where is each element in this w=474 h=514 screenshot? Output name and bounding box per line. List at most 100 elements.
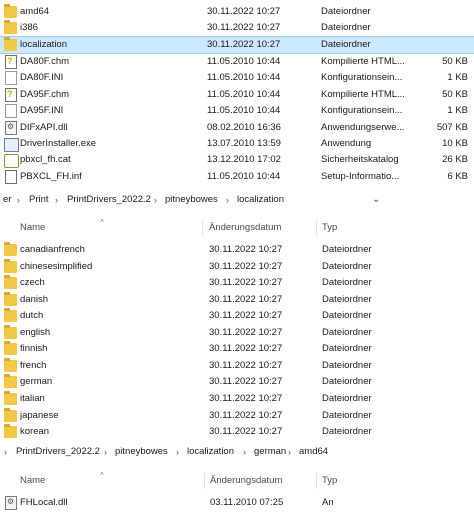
column-divider[interactable]: [204, 473, 205, 489]
folder-row[interactable]: chinesesimplified 30.11.2022 10:27 Dateior…: [0, 259, 474, 275]
breadcrumb-item[interactable]: pitneybowes: [165, 189, 218, 211]
file-name: amd64: [20, 6, 50, 17]
folder-row[interactable]: canadianfrench 30.11.2022 10:27 Dateiordne…: [0, 242, 474, 258]
file-name: PBXCL_FH.inf: [20, 171, 82, 182]
folder-row[interactable]: english 30.11.2022 10:27 Dateiordner: [0, 325, 474, 341]
setup-info-icon: [5, 170, 17, 184]
breadcrumb-item[interactable]: Print: [29, 189, 49, 211]
column-type[interactable]: Typ: [322, 217, 337, 239]
breadcrumb-separator-icon: ›: [226, 195, 229, 205]
folder-name: canadianfrench: [20, 244, 85, 255]
folder-row[interactable]: french 30.11.2022 10:27 Dateiordner: [0, 358, 474, 374]
file-type: Sicherheitskatalog: [321, 154, 399, 165]
file-date: 11.05.2010 10:44: [207, 89, 281, 100]
file-size: 1 KB: [447, 72, 468, 83]
file-row[interactable]: i386 30.11.2022 10:27 Dateiordner: [0, 20, 474, 36]
folder-icon: [4, 341, 17, 355]
breadcrumb-separator-icon: ›: [154, 195, 157, 205]
folder-name: chinesesimplified: [20, 261, 93, 272]
chevron-down-icon[interactable]: ⌄: [372, 189, 380, 211]
folder-icon: [4, 325, 17, 339]
column-date[interactable]: Änderungsdatum: [209, 217, 281, 239]
file-row[interactable]: DA95F.chm 11.05.2010 10:44 Kompilierte H…: [0, 86, 474, 103]
file-date: 11.05.2010 10:44: [207, 56, 281, 67]
address-breadcrumb: › PrintDrivers_2022.2 › pitneybowes › lo…: [0, 441, 474, 463]
file-size: 1 KB: [447, 105, 468, 116]
column-divider[interactable]: [202, 220, 203, 236]
file-type: Kompilierte HTML...: [321, 56, 405, 67]
folder-date: 30.11.2022 10:27: [209, 360, 283, 371]
column-divider[interactable]: [316, 473, 317, 489]
folder-row[interactable]: czech 30.11.2022 10:27 Dateiordner: [0, 275, 474, 291]
breadcrumb-item[interactable]: amd64: [299, 441, 328, 463]
folder-type: Dateiordner: [322, 410, 372, 421]
folder-row[interactable]: korean 30.11.2022 10:27 Dateiordner: [0, 424, 474, 440]
folder-icon: [4, 259, 17, 273]
breadcrumb-separator-icon: ›: [17, 195, 20, 205]
settings-file-icon: [5, 104, 17, 118]
folder-type: Dateiordner: [322, 327, 372, 338]
file-type: An: [322, 497, 334, 508]
breadcrumb-item[interactable]: localization: [187, 441, 234, 463]
breadcrumb-separator-icon: ›: [176, 447, 179, 457]
breadcrumb-item[interactable]: pitneybowes: [115, 441, 168, 463]
breadcrumb-item[interactable]: PrintDrivers_2022.2: [67, 189, 151, 211]
breadcrumb-item[interactable]: localization: [237, 189, 284, 211]
file-size: 50 KB: [442, 89, 468, 100]
column-type[interactable]: Typ: [322, 470, 337, 492]
help-file-icon: [5, 53, 17, 69]
dll-file-icon: [5, 494, 17, 510]
help-file-icon: [5, 86, 17, 102]
top-file-list: amd64 30.11.2022 10:27 Dateiordner i386 …: [0, 0, 474, 190]
folder-type: Dateiordner: [322, 277, 372, 288]
middle-file-list: canadianfrench 30.11.2022 10:27 Dateiordne…: [0, 242, 474, 442]
settings-file-icon: [5, 71, 17, 85]
file-date: 03.11.2010 07:25: [210, 497, 284, 508]
folder-date: 30.11.2022 10:27: [209, 294, 283, 305]
folder-icon: [4, 242, 17, 256]
folder-type: Dateiordner: [322, 426, 372, 437]
file-type: Konfigurationsein...: [321, 72, 403, 83]
file-type: Dateiordner: [321, 22, 371, 33]
file-row[interactable]: DIFxAPI.dll 08.02.2010 16:36 Anwendungse…: [0, 119, 474, 136]
folder-type: Dateiordner: [322, 244, 372, 255]
file-row[interactable]: FHLocal.dll 03.11.2010 07:25 An: [0, 494, 474, 511]
folder-row[interactable]: dutch 30.11.2022 10:27 Dateiordner: [0, 308, 474, 324]
file-row[interactable]: DA80F.INI 11.05.2010 10:44 Konfiguration…: [0, 70, 474, 86]
folder-row[interactable]: japanese 30.11.2022 10:27 Dateiordner: [0, 408, 474, 424]
file-row[interactable]: PBXCL_FH.inf 11.05.2010 10:44 Setup-Info…: [0, 169, 474, 185]
security-catalog-icon: [4, 154, 19, 168]
folder-row[interactable]: danish 30.11.2022 10:27 Dateiordner: [0, 292, 474, 308]
folder-type: Dateiordner: [322, 376, 372, 387]
file-type: Anwendung: [321, 138, 372, 149]
folder-date: 30.11.2022 10:27: [209, 393, 283, 404]
file-row[interactable]: DA80F.chm 11.05.2010 10:44 Kompilierte H…: [0, 53, 474, 70]
folder-row[interactable]: finnish 30.11.2022 10:27 Dateiordner: [0, 341, 474, 357]
file-row[interactable]: DriverInstaller.exe 13.07.2010 13:59 Anw…: [0, 136, 474, 152]
file-row[interactable]: amd64 30.11.2022 10:27 Dateiordner: [0, 4, 474, 20]
column-divider[interactable]: [316, 220, 317, 236]
column-date[interactable]: Änderungsdatum: [210, 470, 282, 492]
file-row[interactable]: DA95F.INI 11.05.2010 10:44 Konfiguration…: [0, 103, 474, 119]
folder-icon: [4, 374, 17, 388]
file-date: 30.11.2022 10:27: [207, 22, 281, 33]
breadcrumb-item[interactable]: german: [254, 441, 286, 463]
folder-name: danish: [20, 294, 48, 305]
column-header: ^ Name Änderungsdatum Typ: [0, 470, 474, 492]
folder-row[interactable]: italian 30.11.2022 10:27 Dateiordner: [0, 391, 474, 407]
file-name: DA95F.INI: [20, 105, 64, 116]
file-row[interactable]: pbxcl_fh.cat 13.12.2010 17:02 Sicherheit…: [0, 152, 474, 168]
column-name[interactable]: Name: [20, 470, 45, 492]
breadcrumb-item[interactable]: er: [3, 189, 11, 211]
breadcrumb-separator-icon: ›: [104, 447, 107, 457]
file-name: FHLocal.dll: [20, 497, 68, 508]
file-name: pbxcl_fh.cat: [20, 154, 71, 165]
folder-date: 30.11.2022 10:27: [209, 310, 283, 321]
file-row-selected[interactable]: localization 30.11.2022 10:27 Dateiordne…: [0, 36, 474, 54]
column-name[interactable]: Name: [20, 217, 45, 239]
folder-date: 30.11.2022 10:27: [209, 410, 283, 421]
breadcrumb-item[interactable]: PrintDrivers_2022.2: [16, 441, 100, 463]
folder-date: 30.11.2022 10:27: [209, 277, 283, 288]
folder-row[interactable]: german 30.11.2022 10:27 Dateiordner: [0, 374, 474, 390]
folder-icon: [4, 275, 17, 289]
